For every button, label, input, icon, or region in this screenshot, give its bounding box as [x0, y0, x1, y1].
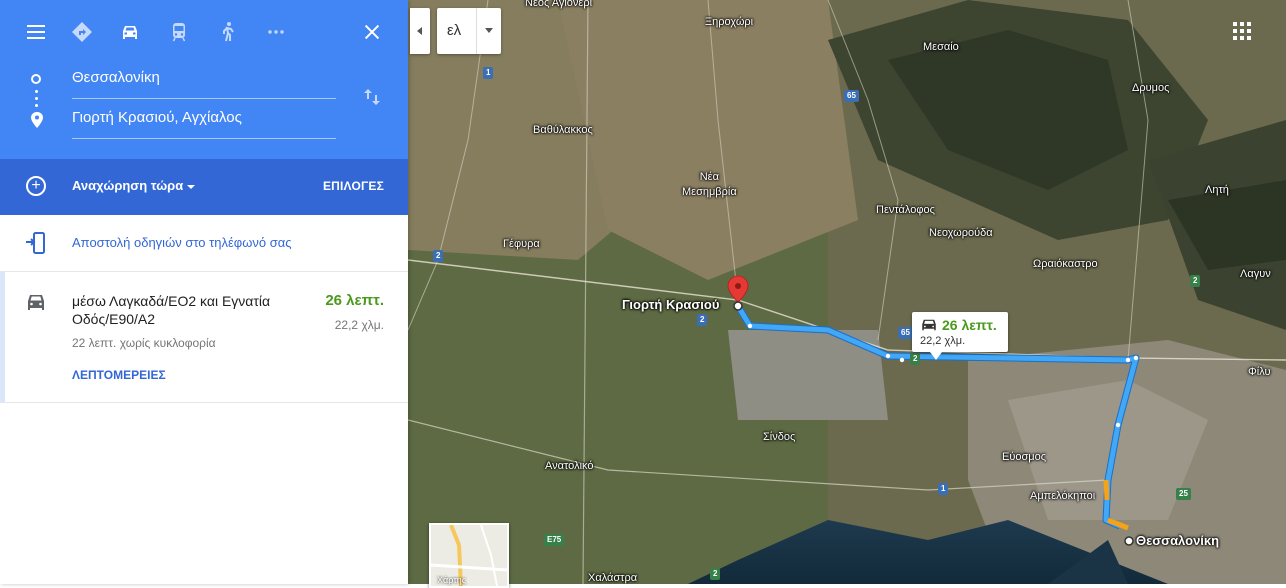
- origin-input[interactable]: Θεσσαλονίκη: [72, 66, 336, 99]
- caret-down-icon[interactable]: [187, 185, 195, 189]
- caret-down-icon[interactable]: [485, 28, 493, 33]
- route-distance: 22,2 χλμ.: [334, 318, 384, 332]
- road-shield: 65: [844, 90, 859, 102]
- origin-dot-icon: [31, 74, 41, 84]
- road-shield: 1: [938, 483, 949, 495]
- road-shield: 25: [1176, 488, 1191, 500]
- destination-label: Γιορτή Κρασιού: [622, 297, 720, 312]
- route-time-bubble[interactable]: 26 λεπτ. 22,2 χλμ.: [912, 312, 1008, 360]
- directions-panel: Θεσσαλονίκη Γιορτή Κρασιού, Αγχίαλος + Α…: [0, 0, 408, 584]
- best-route-icon[interactable]: [68, 18, 96, 46]
- send-to-phone-link[interactable]: Αποστολή οδηγιών στο τηλέφωνό σας: [72, 235, 292, 250]
- directions-header: Θεσσαλονίκη Γιορτή Κρασιού, Αγχίαλος: [0, 0, 408, 159]
- road-shield: 2: [910, 353, 921, 365]
- place-label: Δρυμος: [1132, 82, 1170, 94]
- place-label: Ξηροχώρι: [705, 16, 754, 28]
- destination-text: Γιορτή Κρασιού, Αγχίαλος: [72, 109, 242, 126]
- swap-icon[interactable]: [360, 85, 384, 109]
- road-shield: E75: [544, 534, 565, 546]
- bubble-duration: 26 λεπτ.: [942, 317, 997, 333]
- walk-icon[interactable]: [214, 18, 242, 46]
- details-button[interactable]: ΛΕΠΤΟΜΕΡΕΙΕΣ: [72, 368, 166, 382]
- place-label: Πεντάλοφος: [876, 204, 935, 216]
- car-icon: [28, 295, 44, 310]
- place-label: Ανατολικό: [545, 460, 594, 472]
- bubble-distance: 22,2 χλμ.: [920, 335, 966, 347]
- route-duration: 26 λεπτ.: [325, 292, 384, 309]
- place-label: Φίλυ: [1248, 366, 1271, 378]
- car-mode-icon[interactable]: [116, 18, 144, 46]
- close-icon[interactable]: [358, 18, 386, 46]
- map-type-toggle[interactable]: Χάρτης: [429, 523, 509, 588]
- road-shield: 2: [710, 568, 721, 580]
- place-label: Νεοχωρούδα: [929, 227, 993, 239]
- origin-text: Θεσσαλονίκη: [72, 69, 160, 86]
- place-label: Νέος Αγιονέρι: [525, 0, 593, 9]
- place-label: Νέα Μεσημβρία: [682, 171, 737, 198]
- collapse-panel-button[interactable]: [410, 8, 430, 54]
- road-shield: 65: [898, 327, 913, 339]
- language-label: ελ: [447, 22, 462, 39]
- road-shield: 1: [483, 67, 494, 79]
- add-icon[interactable]: +: [26, 176, 46, 196]
- menu-icon[interactable]: [22, 18, 50, 46]
- car-icon: [922, 319, 936, 331]
- place-label: Λαγυν: [1240, 268, 1271, 280]
- selected-route-accent: [0, 272, 5, 402]
- road-shield: 2: [1190, 275, 1201, 287]
- place-label: Βαθύλακκος: [533, 124, 593, 136]
- place-label: Αμπελόκηποι: [1030, 490, 1096, 502]
- destination-input[interactable]: Γιορτή Κρασιού, Αγχίαλος: [72, 106, 336, 139]
- satellite-map[interactable]: Νέος Αγιονέρι Ξηροχώρι Μεσαίο Δρυμος Βαθ…: [408, 0, 1286, 584]
- place-label: Ωραιόκαστρο: [1033, 258, 1098, 270]
- route-option-card[interactable]: μέσω Λαγκαδά/ΕΟ2 και Εγνατία Οδός/Ε90/Α2…: [0, 272, 408, 403]
- origin-label: Θεσσαλονίκη: [1136, 533, 1220, 548]
- departure-bar: + Αναχώρηση τώρα ΕΠΙΛΟΓΕΣ: [0, 159, 408, 215]
- route-traffic-note: 22 λεπτ. χωρίς κυκλοφορία: [72, 336, 216, 350]
- transit-icon[interactable]: [165, 18, 193, 46]
- route-connector: [35, 90, 38, 93]
- options-button[interactable]: ΕΠΙΛΟΓΕΣ: [323, 179, 384, 193]
- destination-pin-icon: [31, 112, 43, 128]
- language-selector[interactable]: ελ: [437, 8, 501, 54]
- send-to-phone-row[interactable]: Αποστολή οδηγιών στο τηλέφωνό σας: [0, 215, 408, 272]
- place-label: Γέφυρα: [503, 238, 540, 250]
- chevron-left-icon: [417, 27, 422, 35]
- apps-grid-icon[interactable]: [1233, 22, 1251, 40]
- place-label: Μεσαίο: [923, 41, 959, 53]
- send-to-phone-icon: [26, 232, 45, 254]
- road-shield: 2: [433, 250, 444, 262]
- place-label: Σίνδος: [763, 431, 796, 443]
- place-label: Λητή: [1205, 184, 1229, 196]
- road-shield: 2: [697, 314, 708, 326]
- depart-now-dropdown[interactable]: Αναχώρηση τώρα: [72, 178, 183, 193]
- route-title: μέσω Λαγκαδά/ΕΟ2 και Εγνατία Οδός/Ε90/Α2: [72, 293, 271, 327]
- more-icon[interactable]: [262, 18, 290, 46]
- place-label: Χαλάστρα: [588, 572, 638, 584]
- place-label: Εύοσμος: [1002, 451, 1047, 463]
